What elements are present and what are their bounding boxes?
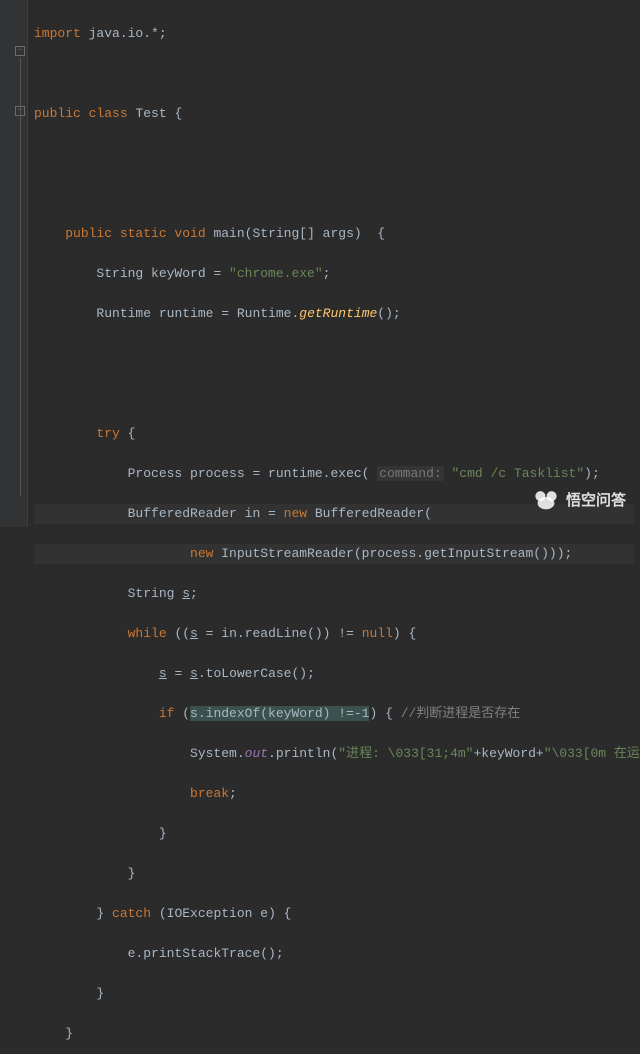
code-line: if (s.indexOf(keyWord) !=-1) { //判断进程是否存… <box>34 704 634 724</box>
code-line: public class Test { <box>34 104 634 124</box>
code-line: Runtime runtime = Runtime.getRuntime(); <box>34 304 634 324</box>
code-line: String keyWord = "chrome.exe"; <box>34 264 634 284</box>
code-line: try { <box>34 424 634 444</box>
code-line: e.printStackTrace(); <box>34 944 634 964</box>
code-line: } <box>34 824 634 844</box>
watermark: 悟空问答 <box>532 485 626 513</box>
code-line <box>34 184 634 204</box>
code-line <box>34 64 634 84</box>
code-line <box>34 344 634 364</box>
code-line: s = s.toLowerCase(); <box>34 664 634 684</box>
code-line: new InputStreamReader(process.getInputSt… <box>34 544 634 564</box>
code-line: while ((s = in.readLine()) != null) { <box>34 624 634 644</box>
code-line: } <box>34 1024 634 1044</box>
code-line: break; <box>34 784 634 804</box>
code-line: import java.io.*; <box>34 24 634 44</box>
code-line <box>34 144 634 164</box>
fold-toggle-icon[interactable]: − <box>15 46 25 56</box>
code-line: } <box>34 984 634 1004</box>
fold-line <box>20 58 21 496</box>
watermark-text: 悟空问答 <box>566 489 626 510</box>
code-line: System.out.println("进程: \033[31;4m"+keyW… <box>34 744 634 764</box>
code-line: } catch (IOException e) { <box>34 904 634 924</box>
wukong-logo-icon <box>532 485 560 513</box>
editor-gutter: − − <box>0 0 28 527</box>
code-line: } <box>34 864 634 884</box>
code-line: public static void main(String[] args) { <box>34 224 634 244</box>
code-line: Process process = runtime.exec( command:… <box>34 464 634 484</box>
code-editor[interactable]: import java.io.*; public class Test { pu… <box>28 0 640 527</box>
code-line <box>34 384 634 404</box>
code-line: String s; <box>34 584 634 604</box>
